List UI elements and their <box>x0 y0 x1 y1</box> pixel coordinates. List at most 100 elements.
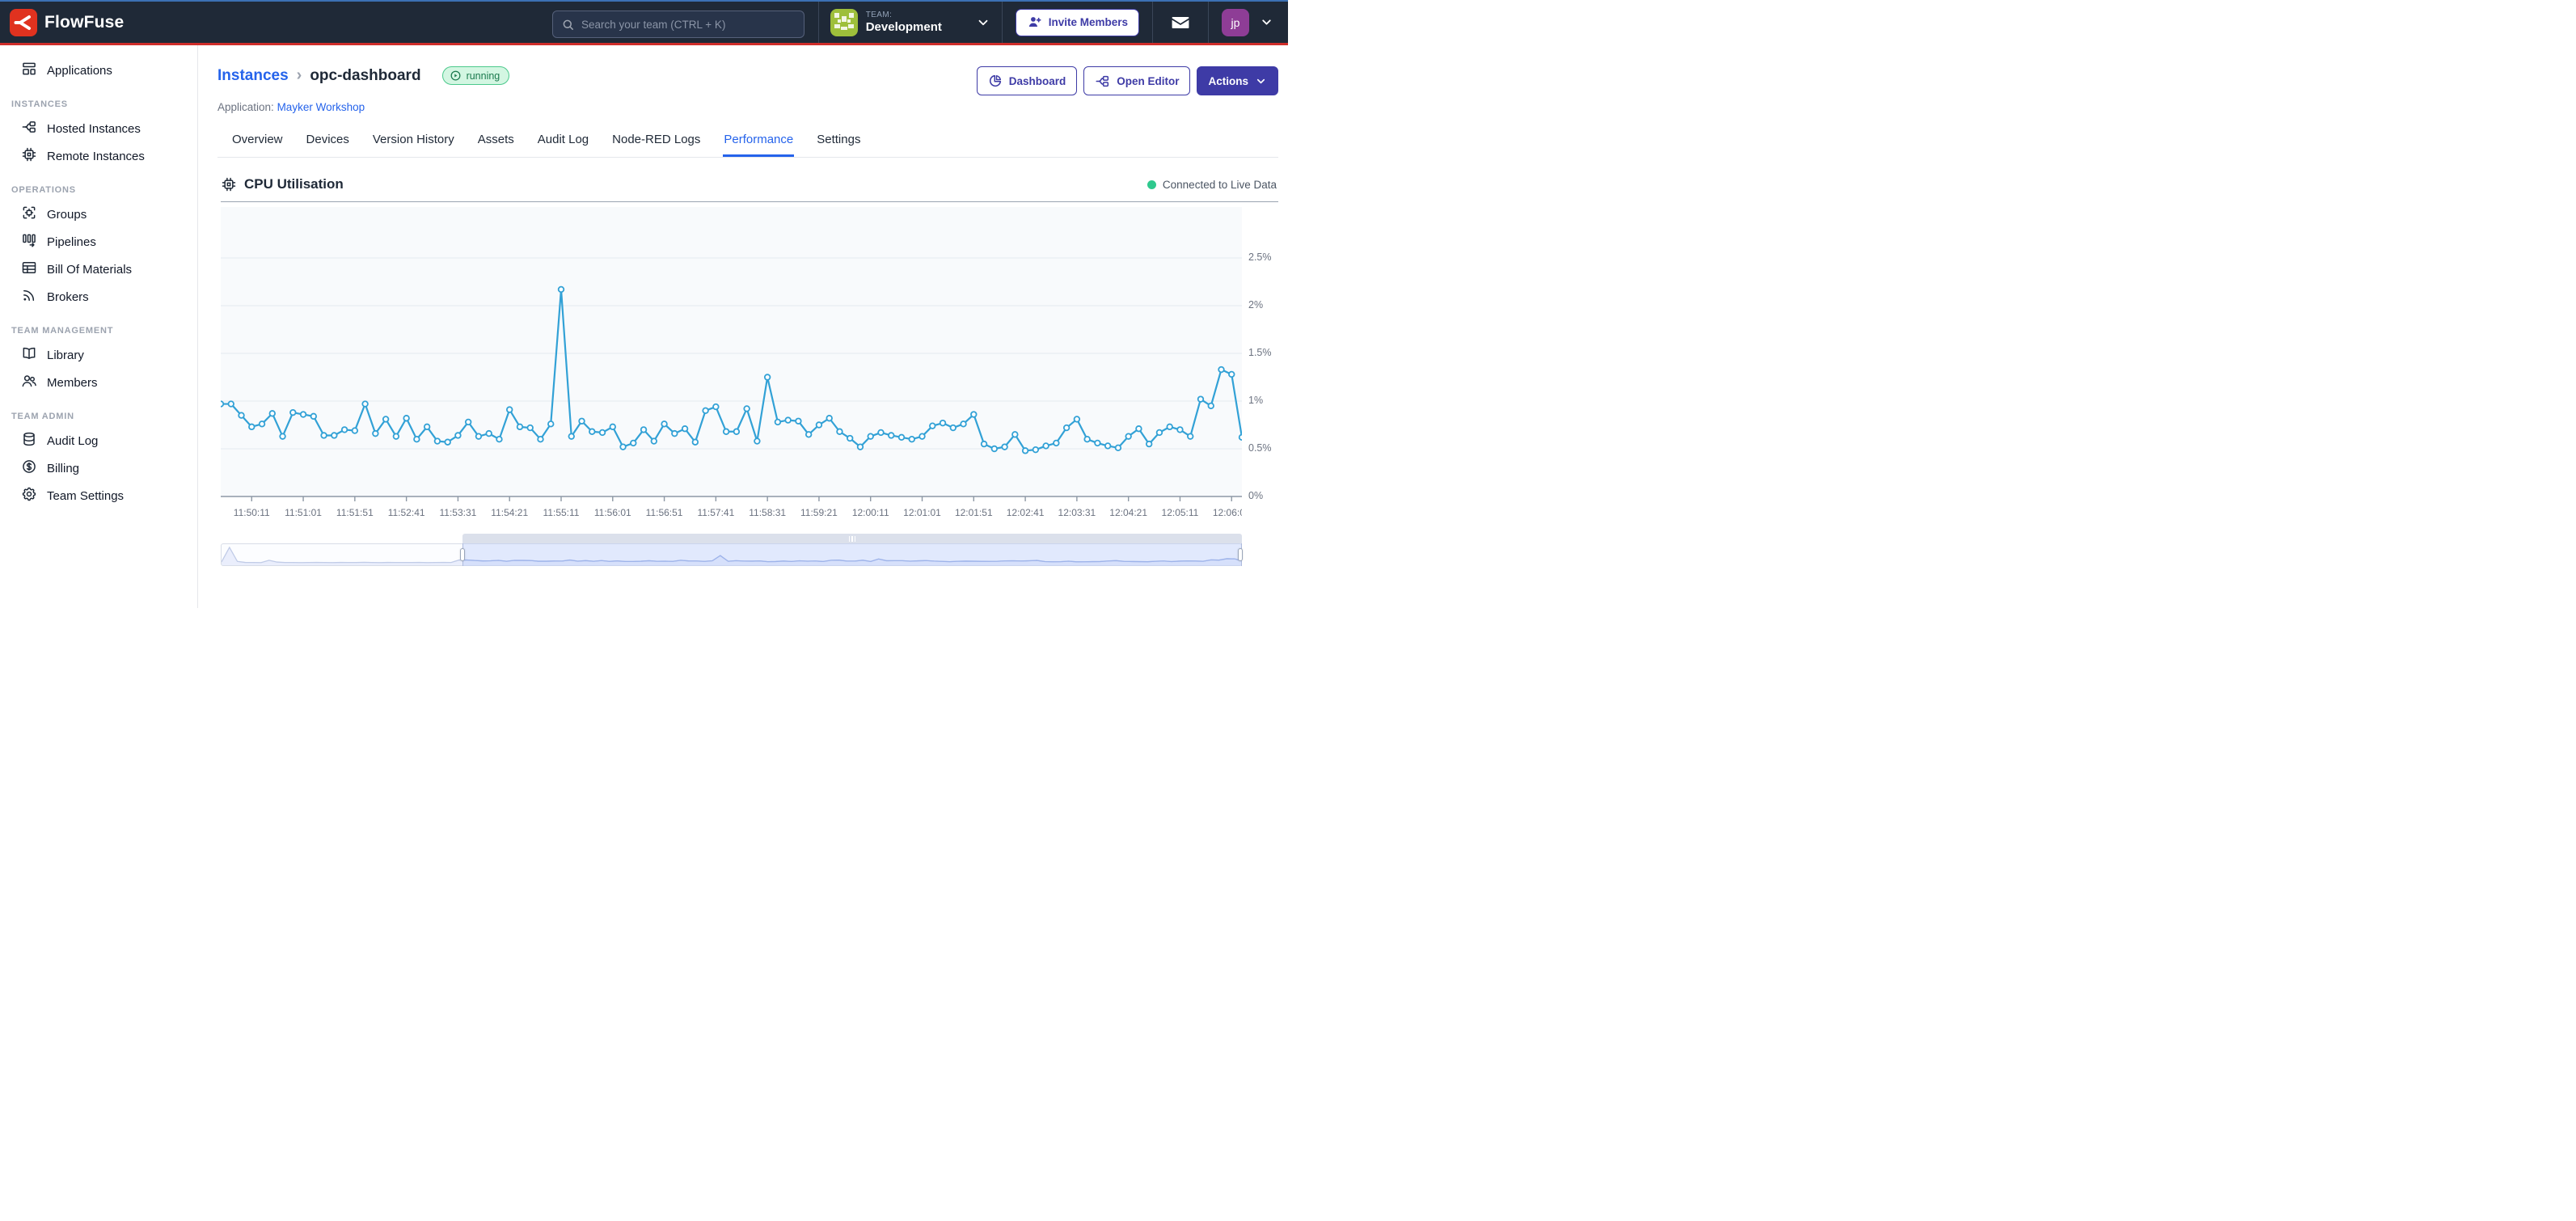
data-point <box>403 416 409 421</box>
data-point <box>311 414 317 420</box>
data-point <box>919 433 925 439</box>
data-point <box>414 437 420 442</box>
brush-drag-bar[interactable] <box>462 534 1242 543</box>
brush-handle-left[interactable] <box>460 548 465 561</box>
data-point <box>971 412 977 417</box>
data-point <box>775 420 781 425</box>
tab-node-red-logs[interactable]: Node-RED Logs <box>611 126 701 157</box>
sidebar-item-remote-instances[interactable]: Remote Instances <box>0 142 197 170</box>
team-label: TEAM: <box>866 11 968 20</box>
y-tick-label: 2% <box>1248 299 1263 311</box>
data-point <box>249 425 255 430</box>
application-link[interactable]: Mayker Workshop <box>277 101 365 113</box>
data-point <box>486 431 492 437</box>
data-point <box>817 422 822 428</box>
data-point <box>631 441 636 446</box>
sidebar-item-audit-log[interactable]: Audit Log <box>0 427 197 454</box>
actions-button[interactable]: Actions <box>1197 66 1278 95</box>
data-point <box>269 411 275 416</box>
dashboard-button-label: Dashboard <box>1009 75 1066 87</box>
sidebar: Applications INSTANCES Hosted Instances … <box>0 45 198 608</box>
sidebar-item-members[interactable]: Members <box>0 369 197 396</box>
tab-audit-log[interactable]: Audit Log <box>537 126 589 157</box>
data-point <box>672 431 678 437</box>
tab-assets[interactable]: Assets <box>477 126 515 157</box>
billing-icon <box>21 458 37 475</box>
sidebar-item-billing[interactable]: Billing <box>0 454 197 482</box>
breadcrumb-instances-link[interactable]: Instances <box>217 67 289 85</box>
data-point <box>559 287 564 293</box>
cpu-chart[interactable]: 11:50:1111:51:0111:51:5111:52:4111:53:31… <box>221 207 1242 524</box>
tab-performance[interactable]: Performance <box>723 126 794 157</box>
data-point <box>868 433 873 439</box>
sidebar-item-brokers[interactable]: Brokers <box>0 283 197 311</box>
library-icon <box>21 345 37 361</box>
chevron-down-icon <box>1255 75 1267 87</box>
data-point <box>837 429 842 434</box>
sidebar-item-groups[interactable]: Groups <box>0 201 197 228</box>
data-point <box>796 418 801 424</box>
y-tick-label: 0% <box>1248 490 1263 501</box>
data-point <box>806 432 812 437</box>
y-tick-label: 0.5% <box>1248 442 1272 454</box>
data-point <box>301 412 306 417</box>
data-point <box>260 421 265 427</box>
search-bar[interactable] <box>552 11 804 38</box>
data-point <box>661 421 667 427</box>
sidebar-item-bill-of-materials[interactable]: Bill Of Materials <box>0 256 197 283</box>
play-circle-icon <box>450 70 462 82</box>
data-point <box>899 435 905 441</box>
sidebar-item-library[interactable]: Library <box>0 341 197 369</box>
sidebar-item-hosted-instances[interactable]: Hosted Instances <box>0 115 197 142</box>
node-red-flow-icon <box>1095 74 1110 89</box>
data-point <box>332 433 337 438</box>
team-name: Development <box>866 20 968 34</box>
open-editor-button[interactable]: Open Editor <box>1083 66 1190 95</box>
sidebar-section-header: OPERATIONS <box>0 185 197 195</box>
tab-overview[interactable]: Overview <box>231 126 284 157</box>
team-avatar <box>830 9 858 36</box>
y-tick-label: 1% <box>1248 395 1263 406</box>
data-point <box>239 412 244 418</box>
data-point <box>1188 433 1193 439</box>
dashboard-button[interactable]: Dashboard <box>977 66 1078 95</box>
x-tick-label: 11:53:31 <box>440 507 477 518</box>
search-input[interactable] <box>581 19 796 31</box>
x-tick-label: 12:01:01 <box>903 507 941 518</box>
x-tick-label: 11:59:21 <box>800 507 838 518</box>
data-point <box>713 404 719 410</box>
invite-members-wrap: Invite Members <box>1003 2 1152 43</box>
user-menu[interactable]: jp <box>1209 2 1288 43</box>
invite-members-button[interactable]: Invite Members <box>1016 9 1139 36</box>
breadcrumb-separator: › <box>297 66 302 85</box>
head-actions: Dashboard Open Editor Actions <box>977 66 1278 95</box>
sidebar-item-applications[interactable]: Applications <box>0 57 197 84</box>
tab-devices[interactable]: Devices <box>306 126 350 157</box>
brand-logo[interactable]: FlowFuse <box>10 9 124 36</box>
pipelines-icon <box>21 232 37 248</box>
data-point <box>362 401 368 407</box>
data-point <box>424 425 430 430</box>
cpu-utilisation-panel: CPU Utilisation Connected to Live Data 1… <box>221 176 1278 566</box>
tab-settings[interactable]: Settings <box>816 126 861 157</box>
x-tick-label: 12:02:41 <box>1007 507 1045 518</box>
status-badge-label: running <box>467 70 500 82</box>
sidebar-item-pipelines[interactable]: Pipelines <box>0 228 197 256</box>
sidebar-item-team-settings[interactable]: Team Settings <box>0 482 197 509</box>
data-point <box>1033 447 1039 453</box>
notifications-button[interactable] <box>1171 13 1190 32</box>
brush-selection[interactable] <box>462 543 1242 566</box>
members-icon <box>21 373 37 389</box>
chart-brush[interactable] <box>221 534 1242 566</box>
data-point <box>940 420 946 426</box>
brush-handle-right[interactable] <box>1238 548 1243 561</box>
navbar: FlowFuse TEAM: <box>0 2 1288 45</box>
user-avatar: jp <box>1222 9 1249 36</box>
notifications-wrap <box>1153 2 1208 43</box>
data-point <box>579 418 585 424</box>
data-point <box>826 416 832 421</box>
x-tick-label: 11:57:41 <box>697 507 734 518</box>
x-tick-label: 12:01:51 <box>955 507 993 518</box>
tab-version-history[interactable]: Version History <box>372 126 455 157</box>
team-switcher[interactable]: TEAM: Development <box>819 2 1002 43</box>
